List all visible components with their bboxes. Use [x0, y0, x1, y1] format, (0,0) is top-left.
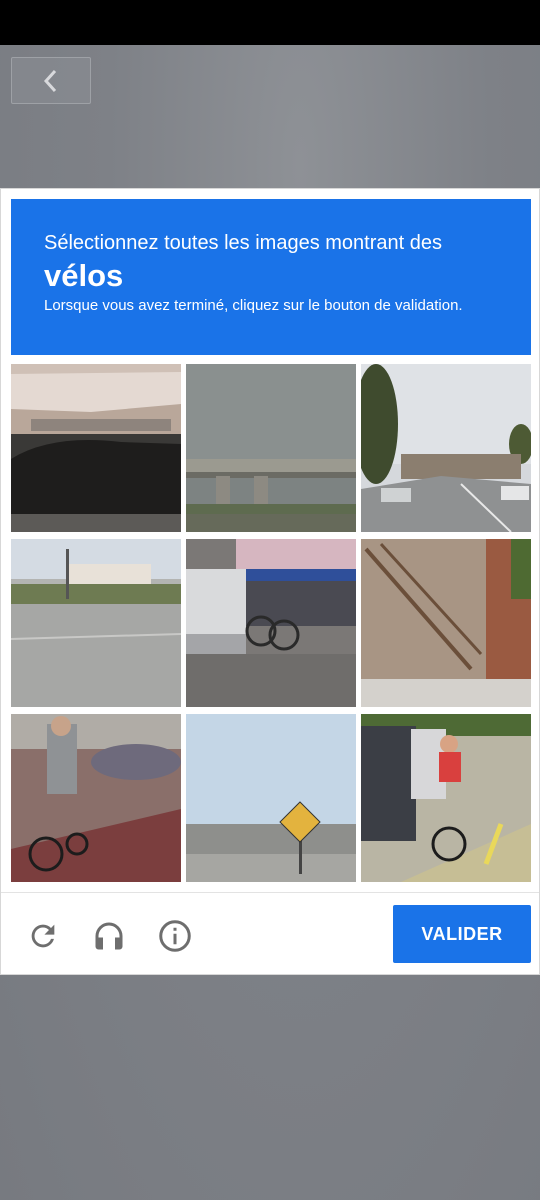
image-tile-4[interactable] — [11, 539, 181, 707]
image-tile-7[interactable] — [11, 714, 181, 882]
instruction-subtext: Lorsque vous avez terminé, cliquez sur l… — [44, 297, 463, 314]
validate-button[interactable]: VALIDER — [393, 905, 531, 963]
audio-challenge-button[interactable] — [89, 916, 129, 956]
reload-button[interactable] — [23, 916, 63, 956]
footer-divider — [1, 892, 539, 893]
captcha-dialog: Sélectionnez toutes les images montrant … — [0, 188, 540, 975]
target-object-label: vélos — [44, 258, 124, 293]
image-tile-9[interactable] — [361, 714, 531, 882]
image-tile-3[interactable] — [361, 364, 531, 532]
info-button[interactable] — [155, 916, 195, 956]
image-grid — [11, 364, 531, 884]
info-icon — [159, 920, 191, 952]
headphones-icon — [95, 922, 123, 950]
image-tile-8[interactable] — [186, 714, 356, 882]
reload-icon — [31, 924, 55, 948]
instruction-text: Sélectionnez toutes les images montrant … — [44, 232, 442, 254]
image-tile-5[interactable] — [186, 539, 356, 707]
image-tile-6[interactable] — [361, 539, 531, 707]
chevron-left-icon — [43, 69, 57, 92]
image-tile-1[interactable] — [11, 364, 181, 532]
captcha-header: Sélectionnez toutes les images montrant … — [11, 199, 531, 355]
status-bar — [0, 0, 540, 45]
image-tile-2[interactable] — [186, 364, 356, 532]
back-button[interactable] — [11, 57, 91, 104]
